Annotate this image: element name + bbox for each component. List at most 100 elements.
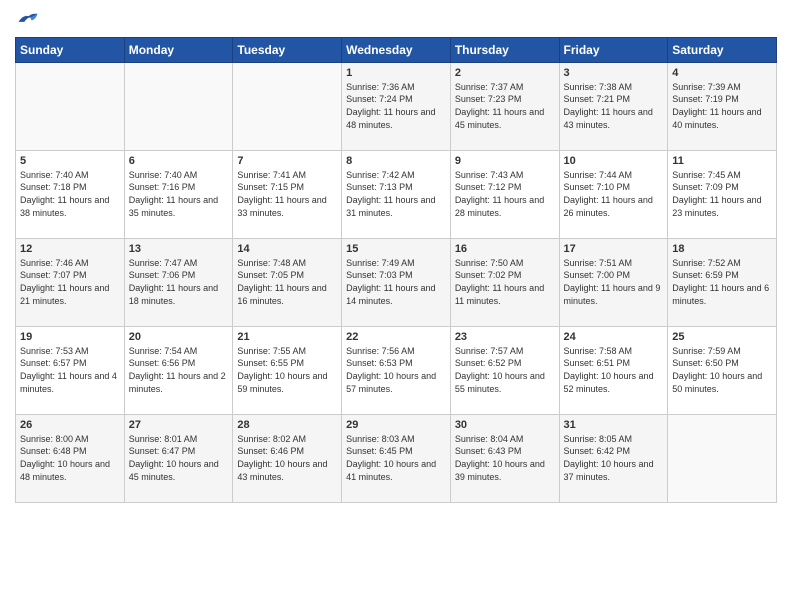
day-info: Sunrise: 7:48 AMSunset: 7:05 PMDaylight:…	[237, 257, 337, 307]
page-container: SundayMondayTuesdayWednesdayThursdayFrid…	[0, 0, 792, 513]
day-info: Sunrise: 7:38 AMSunset: 7:21 PMDaylight:…	[564, 81, 664, 131]
day-info: Sunrise: 7:54 AMSunset: 6:56 PMDaylight:…	[129, 345, 229, 395]
day-number: 5	[20, 155, 120, 167]
calendar-cell: 29 Sunrise: 8:03 AMSunset: 6:45 PMDayligh…	[342, 414, 451, 502]
calendar-cell: 9 Sunrise: 7:43 AMSunset: 7:12 PMDaylight…	[450, 150, 559, 238]
day-info: Sunrise: 8:03 AMSunset: 6:45 PMDaylight:…	[346, 433, 446, 483]
calendar-cell: 23 Sunrise: 7:57 AMSunset: 6:52 PMDayligh…	[450, 326, 559, 414]
weekday-header-thursday: Thursday	[450, 37, 559, 62]
day-number: 3	[564, 67, 664, 79]
day-info: Sunrise: 7:40 AMSunset: 7:18 PMDaylight:…	[20, 169, 120, 219]
logo-bird-icon	[17, 10, 39, 28]
calendar-week-2: 5 Sunrise: 7:40 AMSunset: 7:18 PMDaylight…	[16, 150, 777, 238]
day-number: 12	[20, 243, 120, 255]
day-info: Sunrise: 7:45 AMSunset: 7:09 PMDaylight:…	[672, 169, 772, 219]
day-number: 24	[564, 331, 664, 343]
day-number: 15	[346, 243, 446, 255]
day-info: Sunrise: 7:43 AMSunset: 7:12 PMDaylight:…	[455, 169, 555, 219]
day-number: 25	[672, 331, 772, 343]
calendar-cell	[233, 62, 342, 150]
calendar-cell	[668, 414, 777, 502]
day-info: Sunrise: 7:36 AMSunset: 7:24 PMDaylight:…	[346, 81, 446, 131]
weekday-header-sunday: Sunday	[16, 37, 125, 62]
calendar-cell: 22Sunrise: 7:56 AMSunset: 6:53 PMDayligh…	[342, 326, 451, 414]
day-number: 28	[237, 419, 337, 431]
day-info: Sunrise: 7:42 AMSunset: 7:13 PMDaylight:…	[346, 169, 446, 219]
day-info: Sunrise: 8:04 AMSunset: 6:43 PMDaylight:…	[455, 433, 555, 483]
logo-text	[15, 10, 39, 33]
calendar-body: 1 Sunrise: 7:36 AMSunset: 7:24 PMDaylight…	[16, 62, 777, 502]
day-number: 23	[455, 331, 555, 343]
calendar-cell: 25Sunrise: 7:59 AMSunset: 6:50 PMDayligh…	[668, 326, 777, 414]
calendar-cell	[124, 62, 233, 150]
day-info: Sunrise: 7:57 AMSunset: 6:52 PMDaylight:…	[455, 345, 555, 395]
calendar-header: SundayMondayTuesdayWednesdayThursdayFrid…	[16, 37, 777, 62]
calendar-cell: 18Sunrise: 7:52 AMSunset: 6:59 PMDayligh…	[668, 238, 777, 326]
calendar-cell: 24 Sunrise: 7:58 AMSunset: 6:51 PMDayligh…	[559, 326, 668, 414]
day-info: Sunrise: 7:55 AMSunset: 6:55 PMDaylight:…	[237, 345, 337, 395]
day-info: Sunrise: 7:52 AMSunset: 6:59 PMDaylight:…	[672, 257, 772, 307]
day-info: Sunrise: 7:49 AMSunset: 7:03 PMDaylight:…	[346, 257, 446, 307]
day-number: 2	[455, 67, 555, 79]
calendar-cell	[16, 62, 125, 150]
weekday-header-wednesday: Wednesday	[342, 37, 451, 62]
calendar-cell: 6Sunrise: 7:40 AMSunset: 7:16 PMDaylight…	[124, 150, 233, 238]
calendar-week-1: 1 Sunrise: 7:36 AMSunset: 7:24 PMDaylight…	[16, 62, 777, 150]
day-number: 8	[346, 155, 446, 167]
calendar-cell: 8 Sunrise: 7:42 AMSunset: 7:13 PMDaylight…	[342, 150, 451, 238]
day-number: 30	[455, 419, 555, 431]
day-info: Sunrise: 8:01 AMSunset: 6:47 PMDaylight:…	[129, 433, 229, 483]
day-number: 26	[20, 419, 120, 431]
calendar-cell: 19 Sunrise: 7:53 AMSunset: 6:57 PMDayligh…	[16, 326, 125, 414]
calendar-cell: 3 Sunrise: 7:38 AMSunset: 7:21 PMDaylight…	[559, 62, 668, 150]
calendar-cell: 7Sunrise: 7:41 AMSunset: 7:15 PMDaylight…	[233, 150, 342, 238]
calendar-cell: 13 Sunrise: 7:47 AMSunset: 7:06 PMDayligh…	[124, 238, 233, 326]
calendar-cell: 2 Sunrise: 7:37 AMSunset: 7:23 PMDaylight…	[450, 62, 559, 150]
day-number: 6	[129, 155, 229, 167]
day-number: 1	[346, 67, 446, 79]
day-number: 27	[129, 419, 229, 431]
day-number: 13	[129, 243, 229, 255]
day-info: Sunrise: 7:37 AMSunset: 7:23 PMDaylight:…	[455, 81, 555, 131]
calendar-cell: 31 Sunrise: 8:05 AMSunset: 6:42 PMDayligh…	[559, 414, 668, 502]
day-number: 9	[455, 155, 555, 167]
calendar-week-5: 26Sunrise: 8:00 AMSunset: 6:48 PMDayligh…	[16, 414, 777, 502]
day-info: Sunrise: 7:47 AMSunset: 7:06 PMDaylight:…	[129, 257, 229, 307]
header	[15, 10, 777, 29]
day-info: Sunrise: 7:56 AMSunset: 6:53 PMDaylight:…	[346, 345, 446, 395]
day-number: 14	[237, 243, 337, 255]
calendar-cell: 14 Sunrise: 7:48 AMSunset: 7:05 PMDayligh…	[233, 238, 342, 326]
weekday-header-row: SundayMondayTuesdayWednesdayThursdayFrid…	[16, 37, 777, 62]
calendar-cell: 4 Sunrise: 7:39 AMSunset: 7:19 PMDaylight…	[668, 62, 777, 150]
calendar-cell: 20 Sunrise: 7:54 AMSunset: 6:56 PMDayligh…	[124, 326, 233, 414]
calendar-cell: 21Sunrise: 7:55 AMSunset: 6:55 PMDayligh…	[233, 326, 342, 414]
day-number: 20	[129, 331, 229, 343]
day-number: 10	[564, 155, 664, 167]
calendar-cell: 10 Sunrise: 7:44 AMSunset: 7:10 PMDayligh…	[559, 150, 668, 238]
calendar-cell: 15 Sunrise: 7:49 AMSunset: 7:03 PMDayligh…	[342, 238, 451, 326]
calendar-cell: 11Sunrise: 7:45 AMSunset: 7:09 PMDayligh…	[668, 150, 777, 238]
logo	[15, 10, 39, 29]
calendar-week-3: 12Sunrise: 7:46 AMSunset: 7:07 PMDayligh…	[16, 238, 777, 326]
day-number: 7	[237, 155, 337, 167]
calendar-cell: 26Sunrise: 8:00 AMSunset: 6:48 PMDayligh…	[16, 414, 125, 502]
day-info: Sunrise: 8:05 AMSunset: 6:42 PMDaylight:…	[564, 433, 664, 483]
day-number: 16	[455, 243, 555, 255]
day-number: 31	[564, 419, 664, 431]
day-number: 4	[672, 67, 772, 79]
calendar-cell: 17Sunrise: 7:51 AMSunset: 7:00 PMDayligh…	[559, 238, 668, 326]
day-info: Sunrise: 7:53 AMSunset: 6:57 PMDaylight:…	[20, 345, 120, 395]
day-info: Sunrise: 7:39 AMSunset: 7:19 PMDaylight:…	[672, 81, 772, 131]
day-number: 29	[346, 419, 446, 431]
day-number: 17	[564, 243, 664, 255]
day-info: Sunrise: 7:58 AMSunset: 6:51 PMDaylight:…	[564, 345, 664, 395]
calendar-cell: 30 Sunrise: 8:04 AMSunset: 6:43 PMDayligh…	[450, 414, 559, 502]
calendar-cell: 27 Sunrise: 8:01 AMSunset: 6:47 PMDayligh…	[124, 414, 233, 502]
day-info: Sunrise: 7:44 AMSunset: 7:10 PMDaylight:…	[564, 169, 664, 219]
day-info: Sunrise: 7:50 AMSunset: 7:02 PMDaylight:…	[455, 257, 555, 307]
calendar-cell: 28Sunrise: 8:02 AMSunset: 6:46 PMDayligh…	[233, 414, 342, 502]
calendar-cell: 1 Sunrise: 7:36 AMSunset: 7:24 PMDaylight…	[342, 62, 451, 150]
weekday-header-saturday: Saturday	[668, 37, 777, 62]
weekday-header-tuesday: Tuesday	[233, 37, 342, 62]
day-number: 19	[20, 331, 120, 343]
